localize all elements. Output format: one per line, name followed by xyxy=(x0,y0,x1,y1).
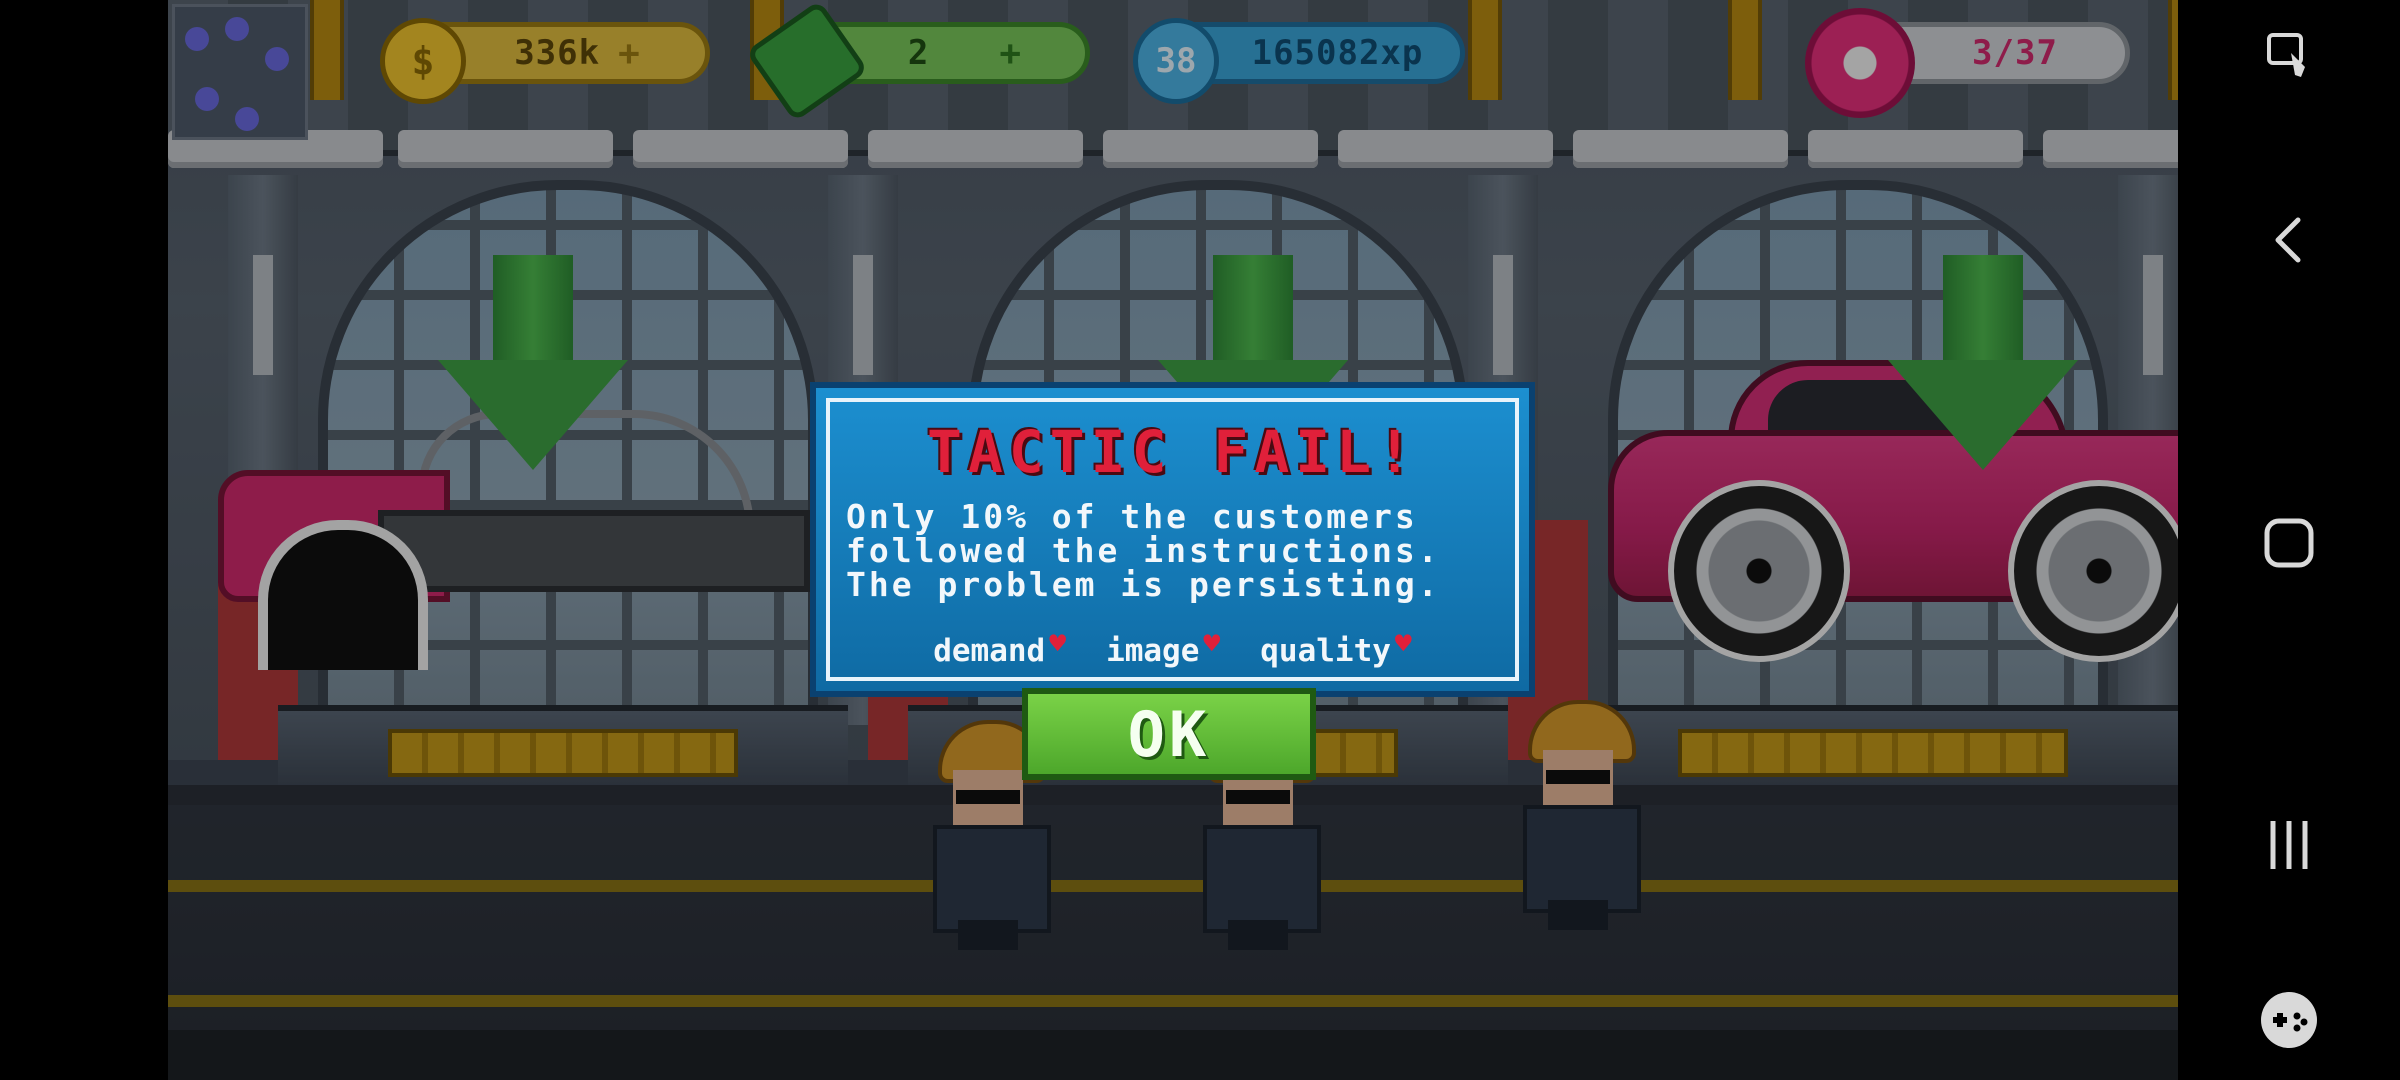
stat-tag-label: image xyxy=(1106,633,1200,669)
recents-icon[interactable] xyxy=(2178,800,2400,890)
dialog-title: TACTIC FAIL! xyxy=(926,418,1419,486)
heart-down-icon: ♥ xyxy=(1394,626,1412,660)
stat-tag-label: demand xyxy=(933,633,1046,669)
system-nav-bar xyxy=(2178,0,2400,1080)
dialog-message: Only 10% of the customers followed the i… xyxy=(846,497,1441,604)
tactic-result-dialog: TACTIC FAIL! Only 10% of the customers f… xyxy=(810,382,1535,697)
affected-stats: demand ♥ image ♥ quality ♥ xyxy=(816,627,1529,670)
heart-down-icon: ♥ xyxy=(1203,626,1221,660)
game-tools-icon[interactable] xyxy=(2178,975,2400,1065)
stat-tag-demand: demand ♥ xyxy=(933,627,1066,670)
heart-down-icon: ♥ xyxy=(1049,626,1067,660)
home-icon[interactable] xyxy=(2178,498,2400,588)
stat-tag-quality: quality ♥ xyxy=(1260,627,1412,670)
ok-button[interactable]: OK xyxy=(1022,688,1316,780)
stat-tag-image: image ♥ xyxy=(1106,627,1220,670)
screenshot-tool-icon[interactable] xyxy=(2178,10,2400,100)
stat-tag-label: quality xyxy=(1260,633,1391,669)
back-icon[interactable] xyxy=(2178,195,2400,285)
